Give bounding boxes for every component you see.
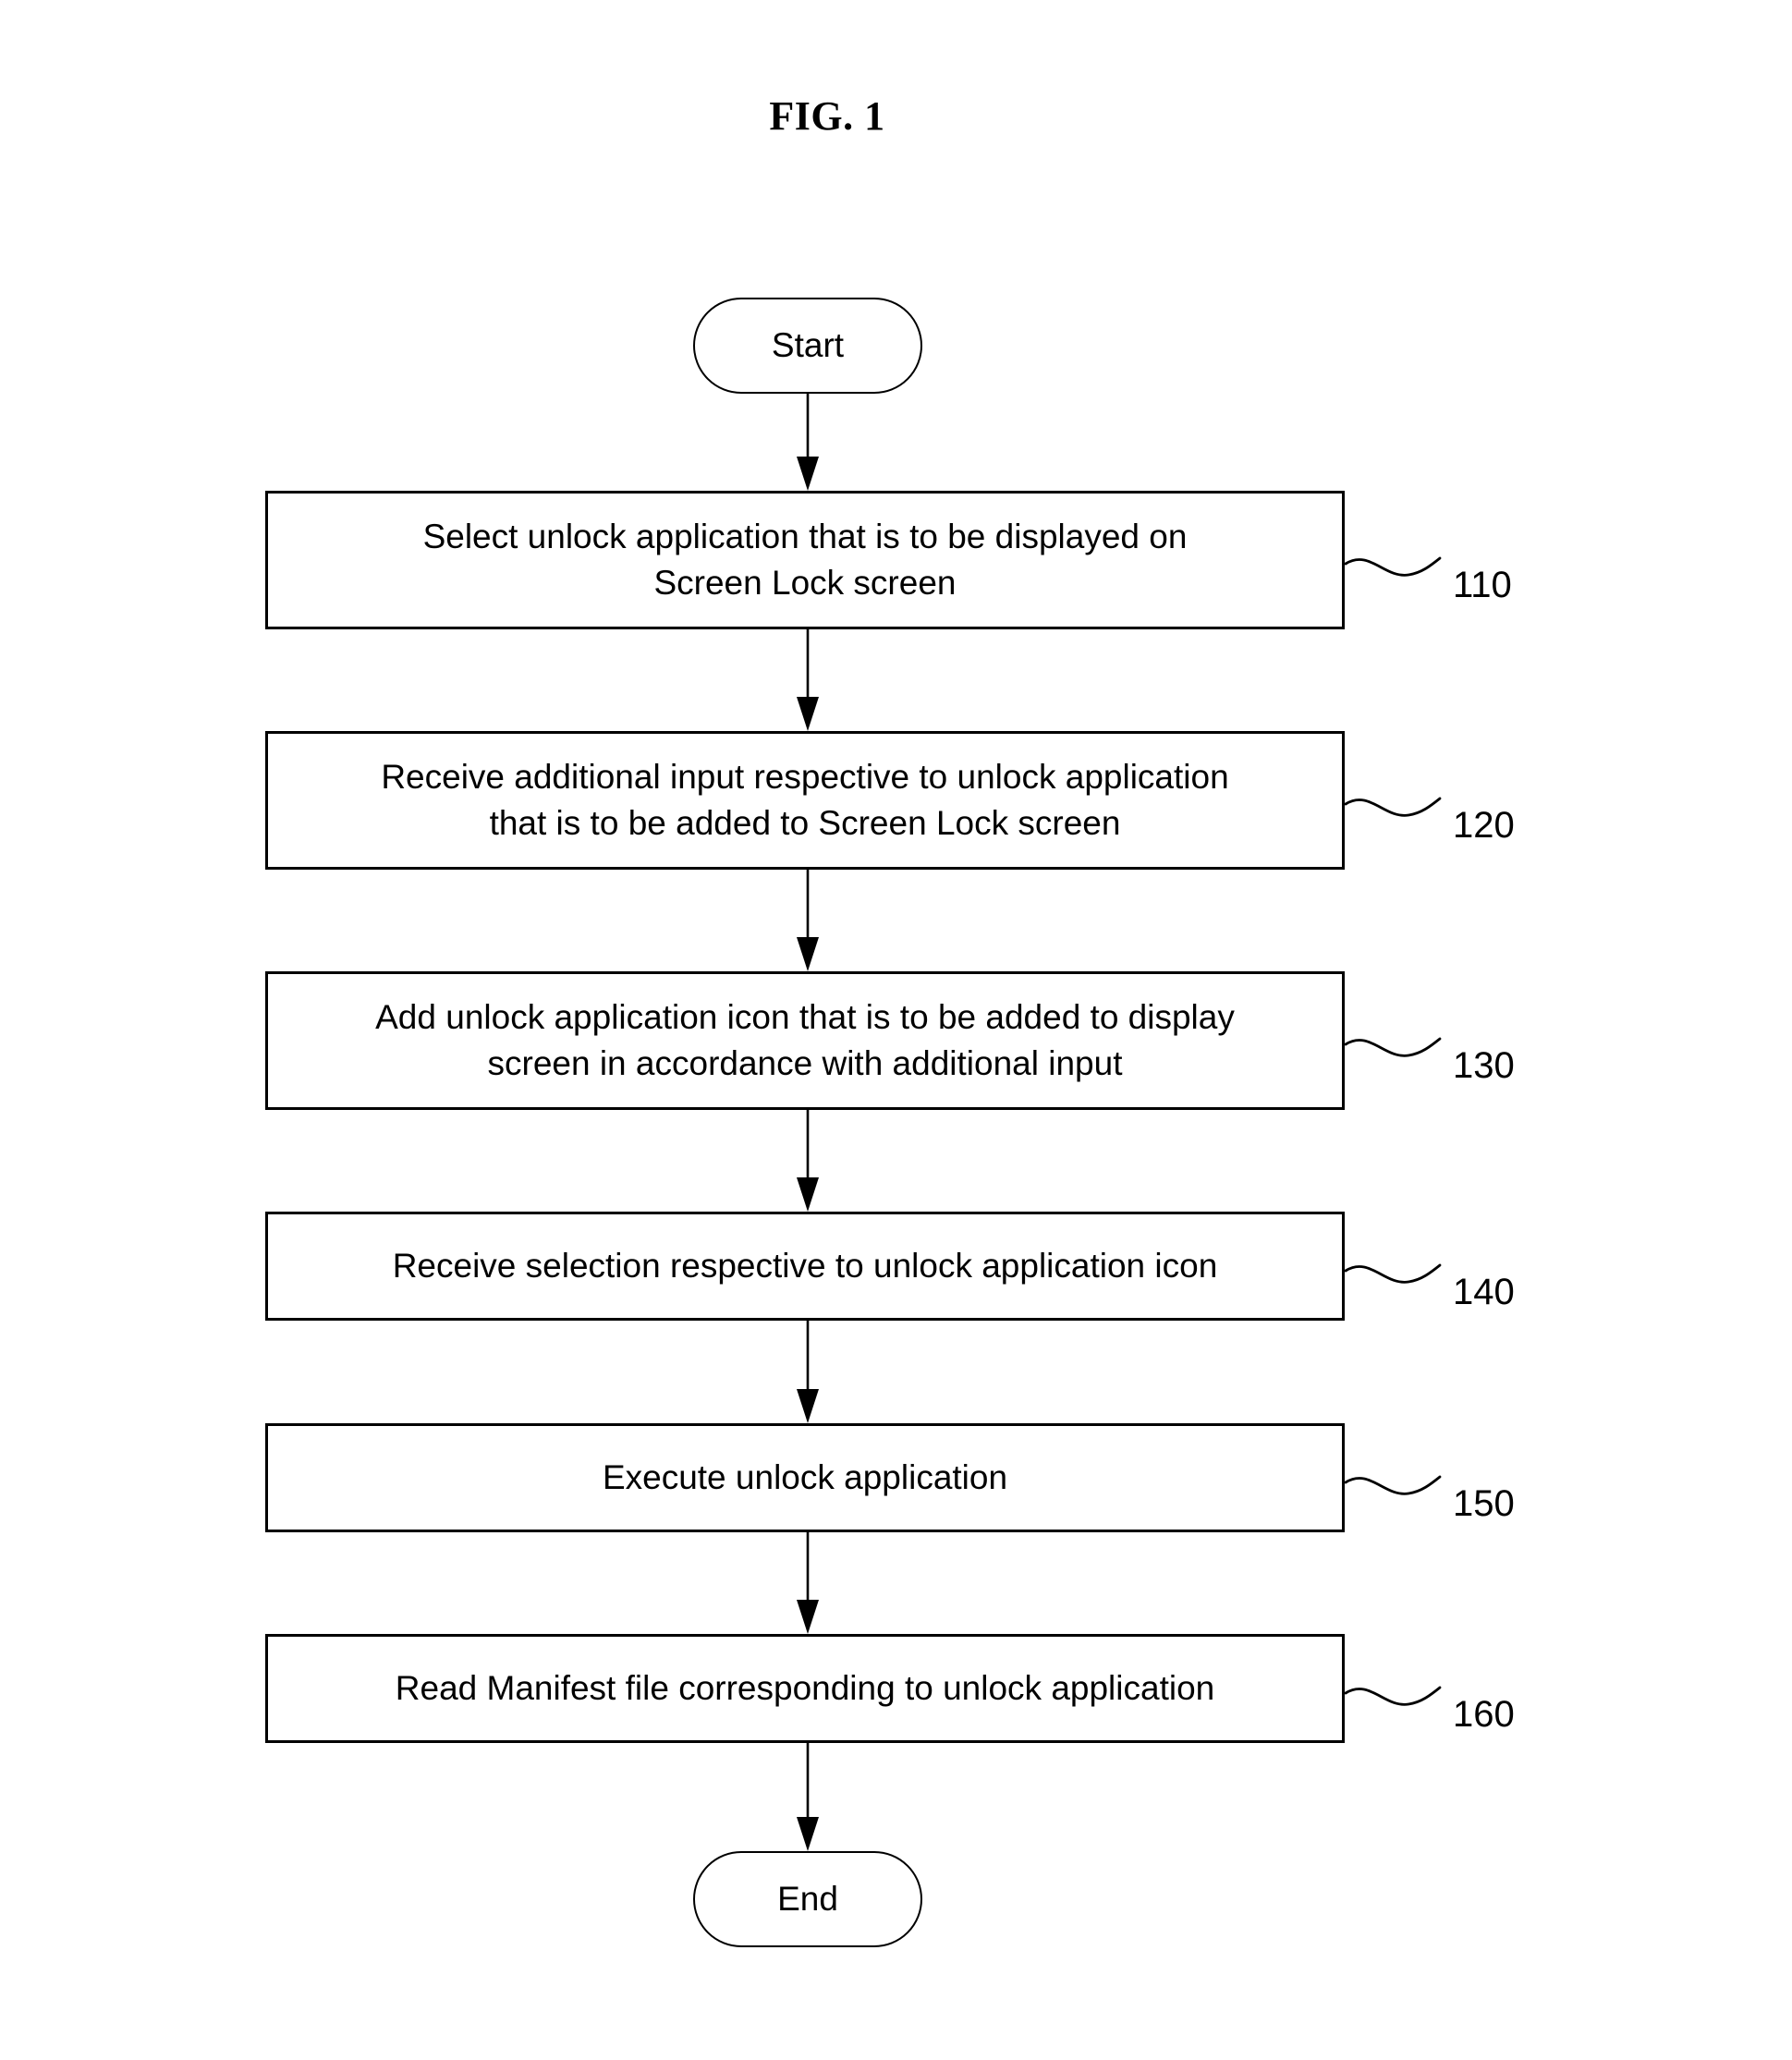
flow-node-start: Start <box>693 298 922 394</box>
flow-step-150-label: Execute unlock application <box>602 1458 1008 1497</box>
arrow-120-to-130 <box>797 870 819 971</box>
flow-step-160: Read Manifest file corresponding to unlo… <box>265 1634 1345 1743</box>
arrow-130-to-140 <box>797 1110 819 1212</box>
flow-step-120: Receive additional input respective to u… <box>265 731 1345 870</box>
flow-step-110: Select unlock application that is to be … <box>265 491 1345 629</box>
figure-title: FIG. 1 <box>769 93 885 139</box>
flow-step-130-line-1: Add unlock application icon that is to b… <box>375 998 1235 1037</box>
flow-step-120-label: Receive additional input respective to u… <box>292 754 1318 846</box>
flow-node-end: End <box>693 1851 922 1947</box>
reference-numeral-130: 130 <box>1453 1045 1515 1086</box>
leader-line-110 <box>1344 556 1442 577</box>
flow-step-120-line-1: Receive additional input respective to u… <box>381 758 1229 797</box>
flow-step-160-label: Read Manifest file corresponding to unlo… <box>395 1669 1215 1708</box>
flow-step-130-label: Add unlock application icon that is to b… <box>292 994 1318 1086</box>
flow-step-140: Receive selection respective to unlock a… <box>265 1212 1345 1321</box>
reference-numeral-110: 110 <box>1453 565 1512 605</box>
leader-line-140 <box>1344 1263 1442 1284</box>
flow-step-140-label: Receive selection respective to unlock a… <box>392 1247 1218 1286</box>
arrow-150-to-160 <box>797 1532 819 1634</box>
flow-step-110-line-1: Select unlock application that is to be … <box>422 518 1188 556</box>
leader-line-160 <box>1344 1686 1442 1706</box>
figure-canvas: FIG. 1 Start Select unlock application t… <box>0 0 1792 2060</box>
reference-numeral-140: 140 <box>1453 1272 1515 1312</box>
flow-node-start-label: Start <box>771 325 845 364</box>
reference-numeral-150: 150 <box>1453 1483 1515 1524</box>
flow-step-110-line-2: Screen Lock screen <box>653 564 957 602</box>
flow-step-150: Execute unlock application <box>265 1423 1345 1532</box>
leader-line-120 <box>1344 797 1442 817</box>
arrow-110-to-120 <box>797 629 819 731</box>
reference-numeral-120: 120 <box>1453 805 1515 846</box>
arrow-140-to-150 <box>797 1321 819 1423</box>
flow-step-110-label: Select unlock application that is to be … <box>292 514 1318 605</box>
reference-numeral-160: 160 <box>1453 1694 1515 1735</box>
leader-line-150 <box>1344 1475 1442 1495</box>
leader-line-130 <box>1344 1037 1442 1057</box>
flow-node-end-label: End <box>777 1879 838 1918</box>
arrow-160-to-end <box>797 1743 819 1851</box>
flow-step-130: Add unlock application icon that is to b… <box>265 971 1345 1110</box>
flow-step-120-line-2: that is to be added to Screen Lock scree… <box>489 804 1121 842</box>
arrow-start-to-110 <box>797 394 819 491</box>
flow-step-130-line-2: screen in accordance with additional inp… <box>487 1044 1123 1082</box>
